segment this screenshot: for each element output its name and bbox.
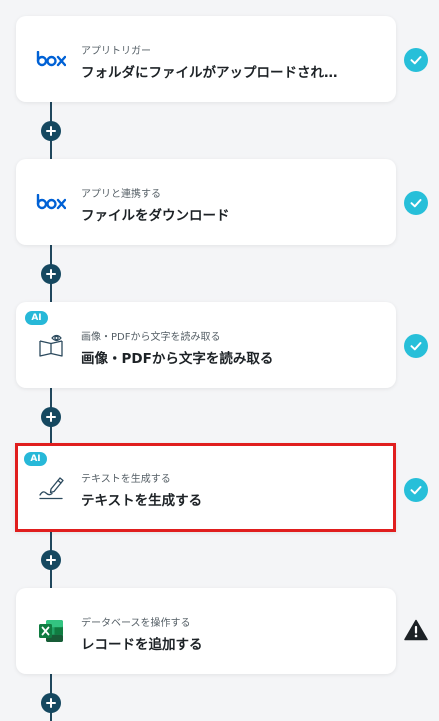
add-step-button[interactable] <box>41 693 61 713</box>
plus-icon <box>46 269 56 279</box>
step-subtitle: データベースを操作する <box>81 618 191 629</box>
flow-step-4-card[interactable]: AI テキストを生成する テキストを生成する <box>15 443 396 532</box>
box-logo-icon <box>36 189 66 215</box>
pen-line-icon <box>36 474 66 500</box>
plus-icon <box>46 698 56 708</box>
ai-badge: AI <box>24 452 47 466</box>
add-step-button[interactable] <box>41 121 61 141</box>
add-step-button[interactable] <box>41 264 61 284</box>
step-subtitle: テキストを生成する <box>81 474 171 485</box>
flow-step-1-card[interactable]: アプリトリガー フォルダにファイルがアップロードされ… <box>16 16 396 102</box>
excel-icon <box>36 618 66 644</box>
flow-step-3-card[interactable]: AI 画像・PDFから文字を読み取る 画像・PDFから文字を読み取る <box>16 302 396 388</box>
plus-icon <box>46 555 56 565</box>
ai-badge: AI <box>25 311 48 325</box>
step-title: テキストを生成する <box>81 493 203 509</box>
step-complete-check-icon <box>404 48 428 72</box>
step-subtitle: 画像・PDFから文字を読み取る <box>81 332 221 343</box>
step-complete-check-icon <box>404 191 428 215</box>
plus-icon <box>46 412 56 422</box>
flow-step-5-card[interactable]: データベースを操作する レコードを追加する <box>16 588 396 674</box>
step-complete-check-icon <box>404 334 428 358</box>
plus-icon <box>46 126 56 136</box>
step-title: レコードを追加する <box>81 637 203 653</box>
step-subtitle: アプリと連携する <box>81 189 161 200</box>
add-step-button[interactable] <box>41 407 61 427</box>
step-complete-check-icon <box>404 478 428 502</box>
box-logo-icon <box>36 46 66 72</box>
flow-step-2-card[interactable]: アプリと連携する ファイルをダウンロード <box>16 159 396 245</box>
warning-icon <box>404 618 428 642</box>
add-step-button[interactable] <box>41 550 61 570</box>
step-title: フォルダにファイルがアップロードされ… <box>81 65 338 81</box>
book-eye-icon <box>36 332 66 358</box>
step-title: 画像・PDFから文字を読み取る <box>81 351 274 367</box>
step-title: ファイルをダウンロード <box>81 208 230 224</box>
step-subtitle: アプリトリガー <box>81 46 151 57</box>
